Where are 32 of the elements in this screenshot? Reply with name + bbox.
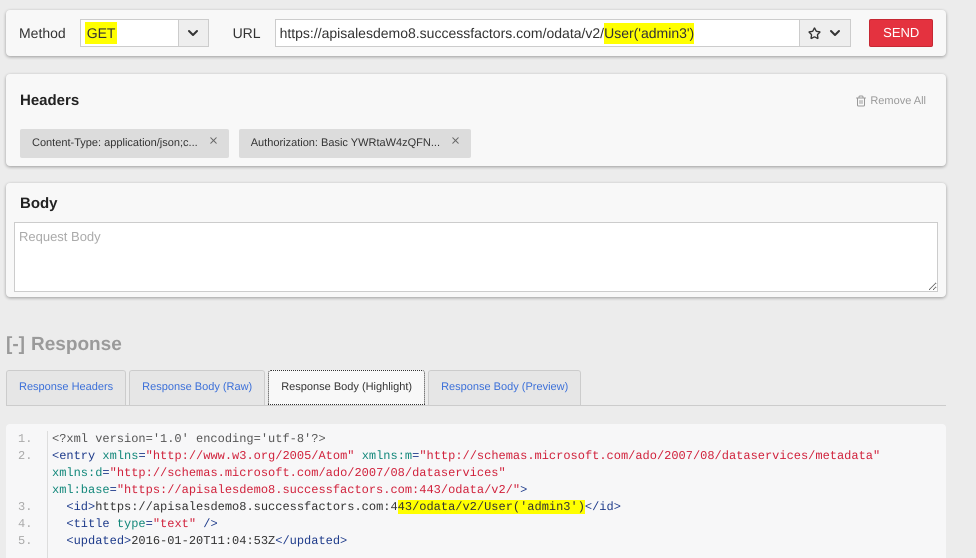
send-button[interactable]: SEND [869, 19, 933, 47]
code-line: <id>https://apisalesdemo8.successfactors.com:443/odata/v2/User('admin3')</id> [65, 498, 622, 516]
line-number: 2. [18, 448, 34, 464]
response-tab[interactable]: Response Body (Preview) [428, 370, 582, 404]
line-number: 5. [18, 532, 34, 550]
body-title: Body [20, 194, 58, 214]
response-tab[interactable]: Response Body (Raw) [129, 370, 266, 404]
code-line: <title type="text" /> [65, 516, 219, 532]
collapse-toggle[interactable]: [-] [6, 331, 25, 360]
request-body-field[interactable]: Request Body [14, 222, 938, 292]
close-icon[interactable] [208, 134, 219, 146]
code-line: <entry xmlns="http://www.w3.org/2005/Atom" xmlns:m="http://schemas.microsoft.com/ado/2007/08/dataservices/metadata" xmlns:d="http://schemas.microsoft.com/ado/2007/08/dataservices" xml:base="https://apisalesdemo8.successfactors.com:443/odata/v2/"> [52, 448, 882, 498]
line-number: 3. [18, 498, 34, 516]
trash-icon [855, 95, 868, 108]
response-tab[interactable]: Response Body (Highlight) [268, 370, 426, 404]
line-number: 4. [18, 516, 34, 532]
headers-title: Headers [20, 91, 80, 111]
url-label: URL [232, 24, 261, 42]
line-number: 1. [18, 430, 34, 448]
method-select[interactable]: GET [80, 19, 209, 47]
header-chip-text: Authorization: Basic YWRtaW4zQFN... [250, 136, 440, 151]
header-chip-text: Content-Type: application/json;c... [32, 136, 198, 151]
favorite-dropdown-button[interactable] [800, 19, 852, 47]
close-icon[interactable] [450, 134, 462, 146]
code-line: <updated>2016-01-20T11:04:53Z</updated> [65, 532, 348, 550]
response-title: Response [30, 333, 122, 357]
star-icon [808, 26, 821, 40]
remove-all-button[interactable]: Remove All [855, 93, 926, 110]
method-label: Method [19, 24, 66, 42]
code-line: <?xml version='1.0' encoding='utf-8'?> [52, 430, 327, 448]
url-field[interactable]: https://apisalesdemo8.successfactors.com/odata/v2/User('admin3') [274, 19, 800, 47]
response-tab[interactable]: Response Headers [6, 370, 126, 404]
